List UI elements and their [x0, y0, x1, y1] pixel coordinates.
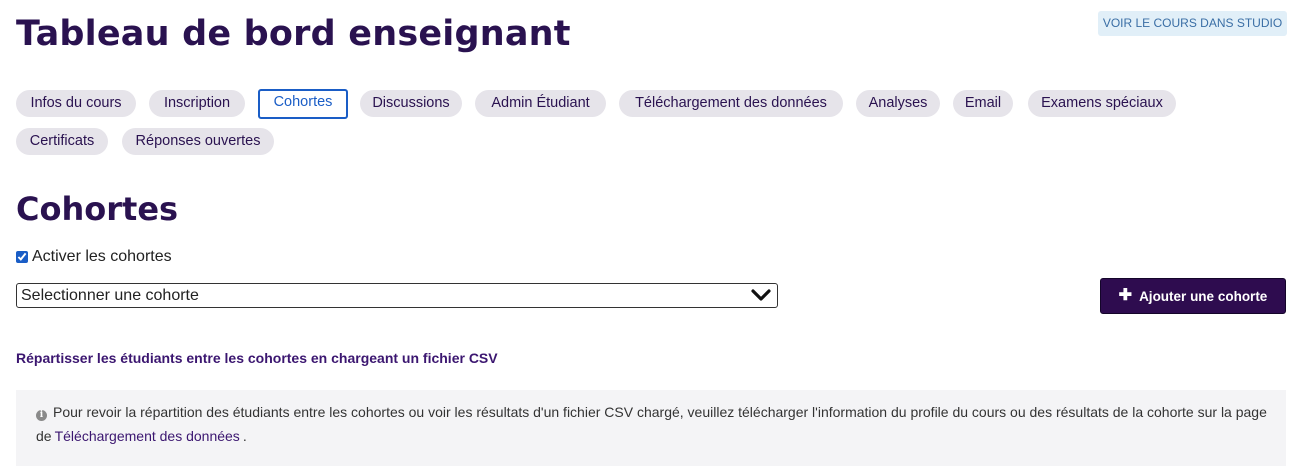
tab-special-exams[interactable]: Examens spéciaux [1028, 90, 1176, 117]
tab-discussions[interactable]: Discussions [360, 90, 462, 117]
view-in-studio-button[interactable]: VOIR LE COURS DANS STUDIO [1098, 11, 1287, 36]
info-text: i Pour revoir la répartition des étudiant… [36, 400, 1270, 448]
info-text-after: . [242, 428, 247, 444]
info-icon: i [36, 410, 47, 421]
tab-analytics[interactable]: Analyses [856, 90, 940, 117]
enable-cohorts-row: Activer les cohortes [16, 248, 172, 266]
cohort-select[interactable]: Selectionner une cohorte [16, 283, 778, 308]
enable-cohorts-label: Activer les cohortes [32, 248, 172, 265]
tab-enrollment[interactable]: Inscription [149, 90, 245, 117]
tab-cohorts[interactable]: Cohortes [258, 89, 348, 119]
data-download-link[interactable]: Téléchargement des données [55, 428, 240, 444]
tab-course-info[interactable]: Infos du cours [16, 90, 136, 117]
csv-upload-link[interactable]: Répartisser les étudiants entre les coho… [16, 350, 498, 366]
page-title: Tableau de bord enseignant [16, 14, 571, 54]
tab-email[interactable]: Email [953, 90, 1013, 117]
tab-open-responses[interactable]: Réponses ouvertes [122, 128, 274, 155]
chevron-down-icon [751, 289, 771, 301]
section-title: Cohortes [16, 190, 179, 228]
tab-data-download[interactable]: Téléchargement des données [619, 90, 843, 117]
enable-cohorts-checkbox[interactable] [16, 251, 28, 263]
info-message: i Pour revoir la répartition des étudiant… [16, 390, 1286, 466]
plus-icon: ✚ [1118, 287, 1133, 304]
tab-certificates[interactable]: Certificats [16, 128, 108, 155]
add-cohort-button[interactable]: ✚ Ajouter une cohorte [1100, 278, 1286, 314]
tab-student-admin[interactable]: Admin Étudiant [475, 90, 606, 117]
cohort-select-value: Selectionner une cohorte [21, 287, 199, 304]
add-cohort-label: Ajouter une cohorte [1139, 288, 1268, 304]
